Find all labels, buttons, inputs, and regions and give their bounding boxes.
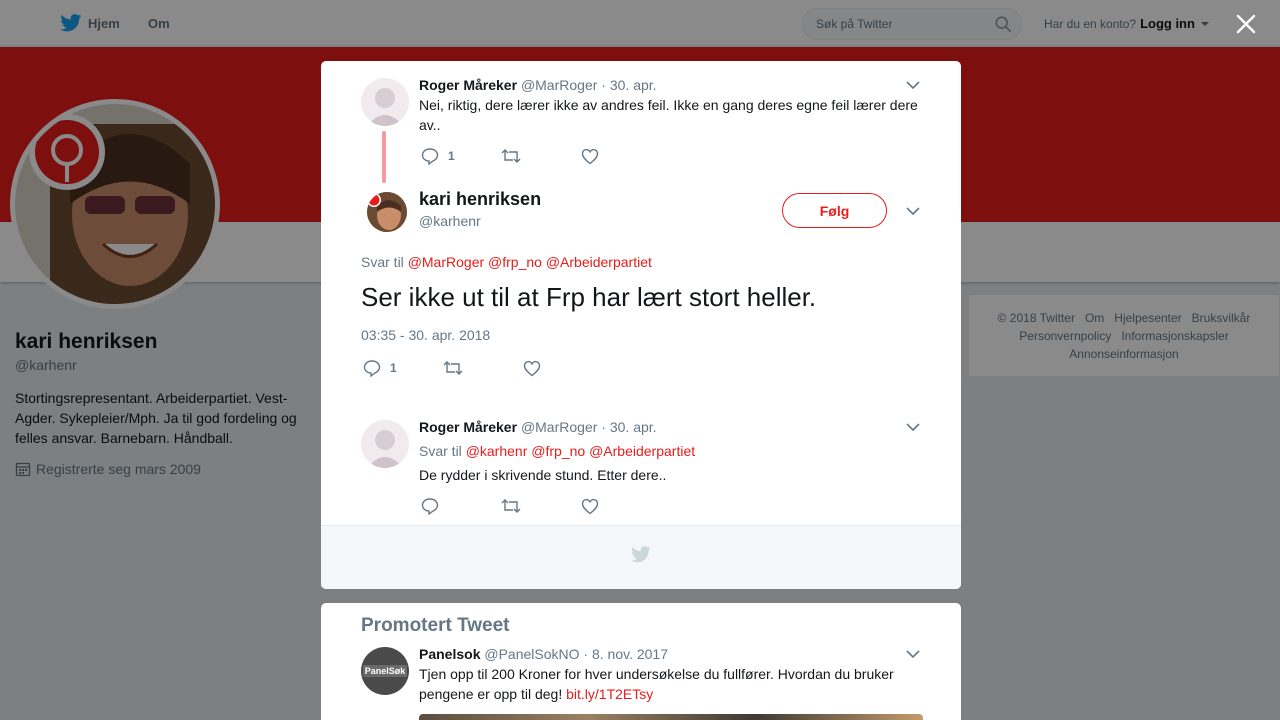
like-action[interactable]: [581, 498, 599, 515]
parent-tweet-text: Nei, riktig, dere lærer ikke av andres f…: [419, 97, 918, 133]
modal-footer: [321, 525, 961, 589]
promo-tweet-text: Tjen opp til 200 Kroner for hver undersø…: [419, 664, 909, 704]
roger-avatar[interactable]: [361, 420, 409, 468]
mention-link[interactable]: @MarRoger: [408, 254, 484, 270]
separator-dot: ·: [601, 419, 606, 435]
person-silhouette-icon: [367, 88, 403, 126]
main-tweet-timestamp[interactable]: 03:35 - 30. apr. 2018: [361, 327, 490, 343]
thread-connector: [382, 131, 386, 183]
parent-tweet-actions: 1: [421, 147, 599, 165]
mention-link[interactable]: @frp_no: [531, 443, 585, 459]
kari-avatar[interactable]: [367, 192, 407, 232]
like-action[interactable]: [581, 148, 599, 165]
tweet-author-handle[interactable]: @MarRoger: [521, 419, 597, 435]
promoted-title: Promotert Tweet: [361, 615, 510, 636]
parent-tweet-header: Roger Måreker @MarRoger · 30. apr.: [419, 77, 929, 93]
main-tweet-reply-context: Svar til @MarRoger @frp_no @Arbeiderpart…: [361, 254, 921, 270]
heart-icon: [523, 360, 541, 376]
chevron-down-icon[interactable]: [906, 422, 920, 432]
main-tweet-actions: 1: [363, 359, 541, 377]
tweet-date[interactable]: 30. apr.: [610, 419, 657, 435]
reply-action[interactable]: 1: [421, 147, 501, 165]
main-tweet-author-name[interactable]: kari henriksen: [419, 189, 719, 210]
chevron-down-icon[interactable]: [906, 206, 920, 216]
like-action[interactable]: [523, 360, 541, 377]
reply-prefix: Svar til: [361, 254, 404, 270]
tweet-author-handle[interactable]: @MarRoger: [521, 77, 597, 93]
retweet-action[interactable]: [501, 498, 581, 514]
person-silhouette-icon: [367, 430, 403, 468]
main-tweet-author-handle[interactable]: @karhenr: [419, 213, 719, 229]
reply-icon: [363, 360, 381, 377]
promo-media-image[interactable]: [419, 714, 923, 720]
reply-count: 1: [390, 361, 397, 375]
main-tweet-text: Ser ikke ut til at Frp har lært stort he…: [361, 282, 817, 312]
retweet-icon: [501, 149, 521, 163]
reply-action[interactable]: 1: [363, 359, 443, 377]
tweet-author-name[interactable]: Panelsok: [419, 646, 480, 662]
mention-link[interactable]: @Arbeiderpartiet: [546, 254, 652, 270]
mention-link[interactable]: @frp_no: [488, 254, 542, 270]
reply-tweet-header: Roger Måreker @MarRoger · 30. apr.: [419, 419, 929, 435]
reply-icon: [421, 148, 439, 165]
tweet-author-handle[interactable]: @PanelSokNO: [484, 646, 579, 662]
panelsok-logo: PanelSøk: [362, 665, 408, 677]
promo-tweet-header: Panelsok @PanelSokNO · 8. nov. 2017: [419, 646, 929, 662]
tweet-permalink-modal: Roger Måreker @MarRoger · 30. apr. Nei, …: [321, 61, 961, 589]
promo-text: Tjen opp til 200 Kroner for hver undersø…: [419, 666, 894, 702]
tweet-date[interactable]: 8. nov. 2017: [592, 646, 668, 662]
reply-prefix: Svar til: [419, 443, 462, 459]
separator-dot: ·: [583, 646, 589, 662]
roger-avatar[interactable]: [361, 78, 409, 126]
heart-icon: [581, 498, 599, 514]
panelsok-avatar[interactable]: PanelSøk: [361, 647, 409, 695]
retweet-action[interactable]: [443, 360, 523, 376]
reply-tweet-actions: [421, 497, 599, 515]
avatar-portrait-icon: [367, 192, 407, 232]
retweet-icon: [501, 499, 521, 513]
promoted-tweet-card: Promotert Tweet PanelSøk Panelsok @Panel…: [321, 603, 961, 720]
promo-link[interactable]: bit.ly/1T2ETsy: [566, 686, 653, 702]
retweet-icon: [443, 361, 463, 375]
tweet-date[interactable]: 30. apr.: [610, 77, 657, 93]
reply-tweet-reply-context: Svar til @karhenr @frp_no @Arbeiderparti…: [419, 443, 924, 459]
separator-dot: ·: [601, 77, 606, 93]
heart-icon: [581, 148, 599, 164]
tweet-author-name[interactable]: Roger Måreker: [419, 419, 517, 435]
tweet-author-name[interactable]: Roger Måreker: [419, 77, 517, 93]
close-icon[interactable]: [1234, 12, 1258, 36]
chevron-down-icon[interactable]: [906, 80, 920, 90]
mention-link[interactable]: @Arbeiderpartiet: [589, 443, 695, 459]
retweet-action[interactable]: [501, 148, 581, 164]
reply-icon: [421, 498, 439, 515]
mention-link[interactable]: @karhenr: [466, 443, 528, 459]
reply-tweet-text: De rydder i skrivende stund. Etter dere.…: [419, 467, 667, 483]
follow-button[interactable]: Følg: [782, 193, 887, 228]
twitter-bird-icon: [631, 546, 651, 563]
chevron-down-icon[interactable]: [906, 649, 920, 659]
reply-count: 1: [448, 149, 455, 163]
reply-action[interactable]: [421, 497, 501, 515]
